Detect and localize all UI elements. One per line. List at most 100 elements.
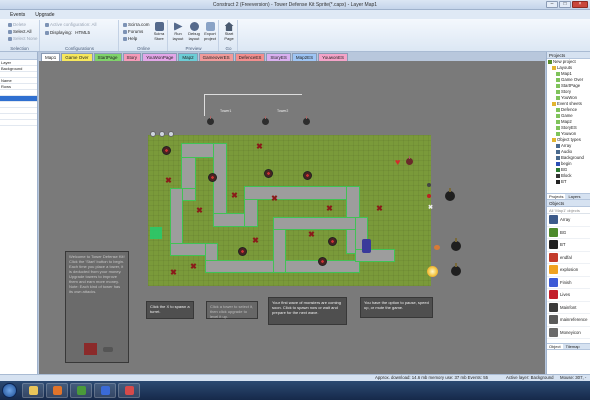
minimize-button[interactable]: – — [546, 1, 558, 8]
chrome-icon — [76, 386, 86, 395]
panel-tab-layers[interactable]: Layers — [566, 194, 582, 199]
export-project-button[interactable]: Export project — [202, 22, 218, 41]
object-item[interactable]: Array — [547, 214, 590, 227]
tab-story[interactable]: Story — [122, 53, 142, 61]
object-item[interactable]: Mainfont — [547, 302, 590, 314]
bomb-object[interactable] — [445, 188, 455, 201]
object-item[interactable]: Moneyicon — [547, 327, 590, 339]
objects-filter[interactable]: All 'Map1' objects — [547, 207, 590, 214]
tower-slot-x[interactable]: ✖ — [326, 205, 333, 213]
start-button[interactable] — [2, 383, 17, 398]
taskbar-construct-button[interactable] — [118, 383, 140, 398]
taskbar-chrome-button[interactable] — [70, 383, 92, 398]
tower-slot-x[interactable]: ✖ — [165, 177, 172, 185]
tower[interactable] — [303, 171, 312, 180]
tab-youwones[interactable]: YouwonES — [318, 53, 349, 61]
help-link[interactable]: Help — [123, 36, 137, 41]
tower-slot-x[interactable]: ✖ — [170, 269, 177, 277]
tab-map2es[interactable]: Map2ES — [291, 53, 318, 61]
delete-button[interactable]: Delete — [8, 22, 26, 27]
tree-item-label: YouWon — [561, 95, 578, 100]
bomb-object[interactable] — [451, 263, 461, 276]
tab-map2[interactable]: Map2 — [178, 53, 198, 61]
object-item[interactable]: BG — [547, 227, 590, 239]
tower-slot-x[interactable]: ✖ — [271, 195, 278, 203]
tree-item-label: StartPage — [561, 83, 581, 88]
bomb-icon[interactable] — [207, 116, 214, 125]
tab-gameoveres[interactable]: GameoverES — [198, 53, 234, 61]
pause-icon[interactable] — [150, 131, 156, 137]
tower[interactable] — [238, 247, 247, 256]
tower[interactable] — [328, 237, 337, 246]
taskbar-firefox-button[interactable] — [46, 383, 68, 398]
debug-layout-button[interactable]: Debug layout — [186, 22, 202, 41]
tab-defencees[interactable]: DefenceES — [234, 53, 266, 61]
menu-events[interactable]: Events — [10, 12, 25, 18]
scirra-store-button[interactable]: Scirra Store — [151, 22, 167, 41]
bomb-icon[interactable] — [262, 116, 269, 125]
tab-youwonpage[interactable]: YouWonPage — [142, 53, 178, 61]
tower-slot-x[interactable]: ✖ — [376, 205, 383, 213]
tower-slot-x[interactable]: ✖ — [231, 192, 238, 200]
displaying-dropdown[interactable]: Displaying: HTML5 — [45, 30, 90, 35]
start-page-button[interactable]: Start Page — [221, 22, 237, 41]
tab-game-over[interactable]: Game Over — [61, 53, 93, 61]
explosion-object[interactable] — [427, 266, 438, 277]
tower-slot-x[interactable]: ✖ — [252, 237, 259, 245]
tree-item[interactable]: BT — [547, 179, 590, 185]
taskbar-media-button[interactable] — [94, 383, 116, 398]
arrow-object[interactable] — [434, 245, 440, 250]
dot-object[interactable] — [427, 194, 431, 198]
home-icon — [224, 22, 234, 31]
x-object[interactable]: ✖ — [427, 205, 434, 212]
object-item[interactable]: mainreference — [547, 314, 590, 327]
property-row[interactable] — [0, 120, 37, 126]
select-all-button[interactable]: Select All — [8, 29, 32, 34]
tab-startpage[interactable]: StartPage — [93, 53, 122, 61]
bomb-icon[interactable] — [303, 116, 310, 125]
panel-tab-projects[interactable]: Projects — [547, 194, 566, 199]
tab-map1[interactable]: Map1 — [41, 53, 61, 61]
tower-slot-x[interactable]: ✖ — [308, 231, 315, 239]
tower-slot-x[interactable]: ✖ — [256, 143, 263, 151]
dot-object[interactable] — [427, 183, 431, 187]
layout-editor[interactable]: Tower1 Tower2 ✖ ✖ ✖ ✖ ✖ ✖ ✖ ✖ ✖ ✖ ✖ ♥ ✖ … — [39, 61, 545, 374]
tower[interactable] — [162, 146, 171, 155]
object-item[interactable]: Lives — [547, 289, 590, 302]
scirra-link[interactable]: Scirra.com — [123, 22, 150, 27]
panel-tab-object[interactable]: Object — [547, 344, 563, 349]
forums-link[interactable]: Forums — [123, 29, 143, 34]
object-item[interactable]: BT — [547, 239, 590, 252]
taskbar-explorer-button[interactable] — [22, 383, 44, 398]
spawn-point[interactable] — [150, 227, 162, 239]
object-item[interactable]: Finish — [547, 277, 590, 289]
spawn-turret-panel[interactable]: Click the X to spawn a turret. — [146, 301, 194, 319]
finish-castle[interactable] — [362, 239, 371, 253]
speed-icon[interactable] — [159, 131, 165, 137]
tower[interactable] — [208, 173, 217, 182]
game-layout-area[interactable]: ✖ ✖ ✖ ✖ ✖ ✖ ✖ ✖ ✖ ✖ ✖ ♥ — [147, 131, 431, 312]
maximize-button[interactable]: □ — [559, 1, 571, 8]
menu-upgrade[interactable]: Upgrade — [35, 12, 54, 18]
first-wave-panel[interactable]: Your first wave of monsters are coming s… — [268, 297, 347, 325]
instructions-panel[interactable]: Welcome to Tower Defense Kit! Click the … — [65, 251, 129, 363]
panel-tab-tilemap[interactable]: Tilemap — [564, 344, 582, 349]
pause-speed-panel[interactable]: You have the option to pause, speed up, … — [360, 297, 433, 318]
select-none-button[interactable]: Select None — [8, 36, 38, 41]
object-item[interactable]: endfal — [547, 252, 590, 264]
tower-slot-x[interactable]: ✖ — [196, 207, 203, 215]
tower[interactable] — [318, 257, 327, 266]
tower[interactable] — [264, 169, 273, 178]
close-button[interactable]: × — [572, 1, 588, 8]
tab-storyes[interactable]: StoryES — [266, 53, 291, 61]
tower-slot-x[interactable]: ✖ — [190, 263, 197, 271]
run-layout-button[interactable]: Run layout — [170, 22, 186, 41]
object-item[interactable]: explosion — [547, 264, 590, 277]
active-configuration-dropdown[interactable]: Active configuration: All — [45, 22, 97, 27]
mute-icon[interactable] — [168, 131, 174, 137]
tree-item-label: Defence — [561, 107, 578, 112]
upgrade-tip-panel[interactable]: Click a tower to select it, then click u… — [206, 301, 258, 319]
tree-item-icon — [556, 161, 560, 166]
forums-icon — [123, 29, 127, 34]
bomb-object[interactable] — [451, 238, 461, 251]
